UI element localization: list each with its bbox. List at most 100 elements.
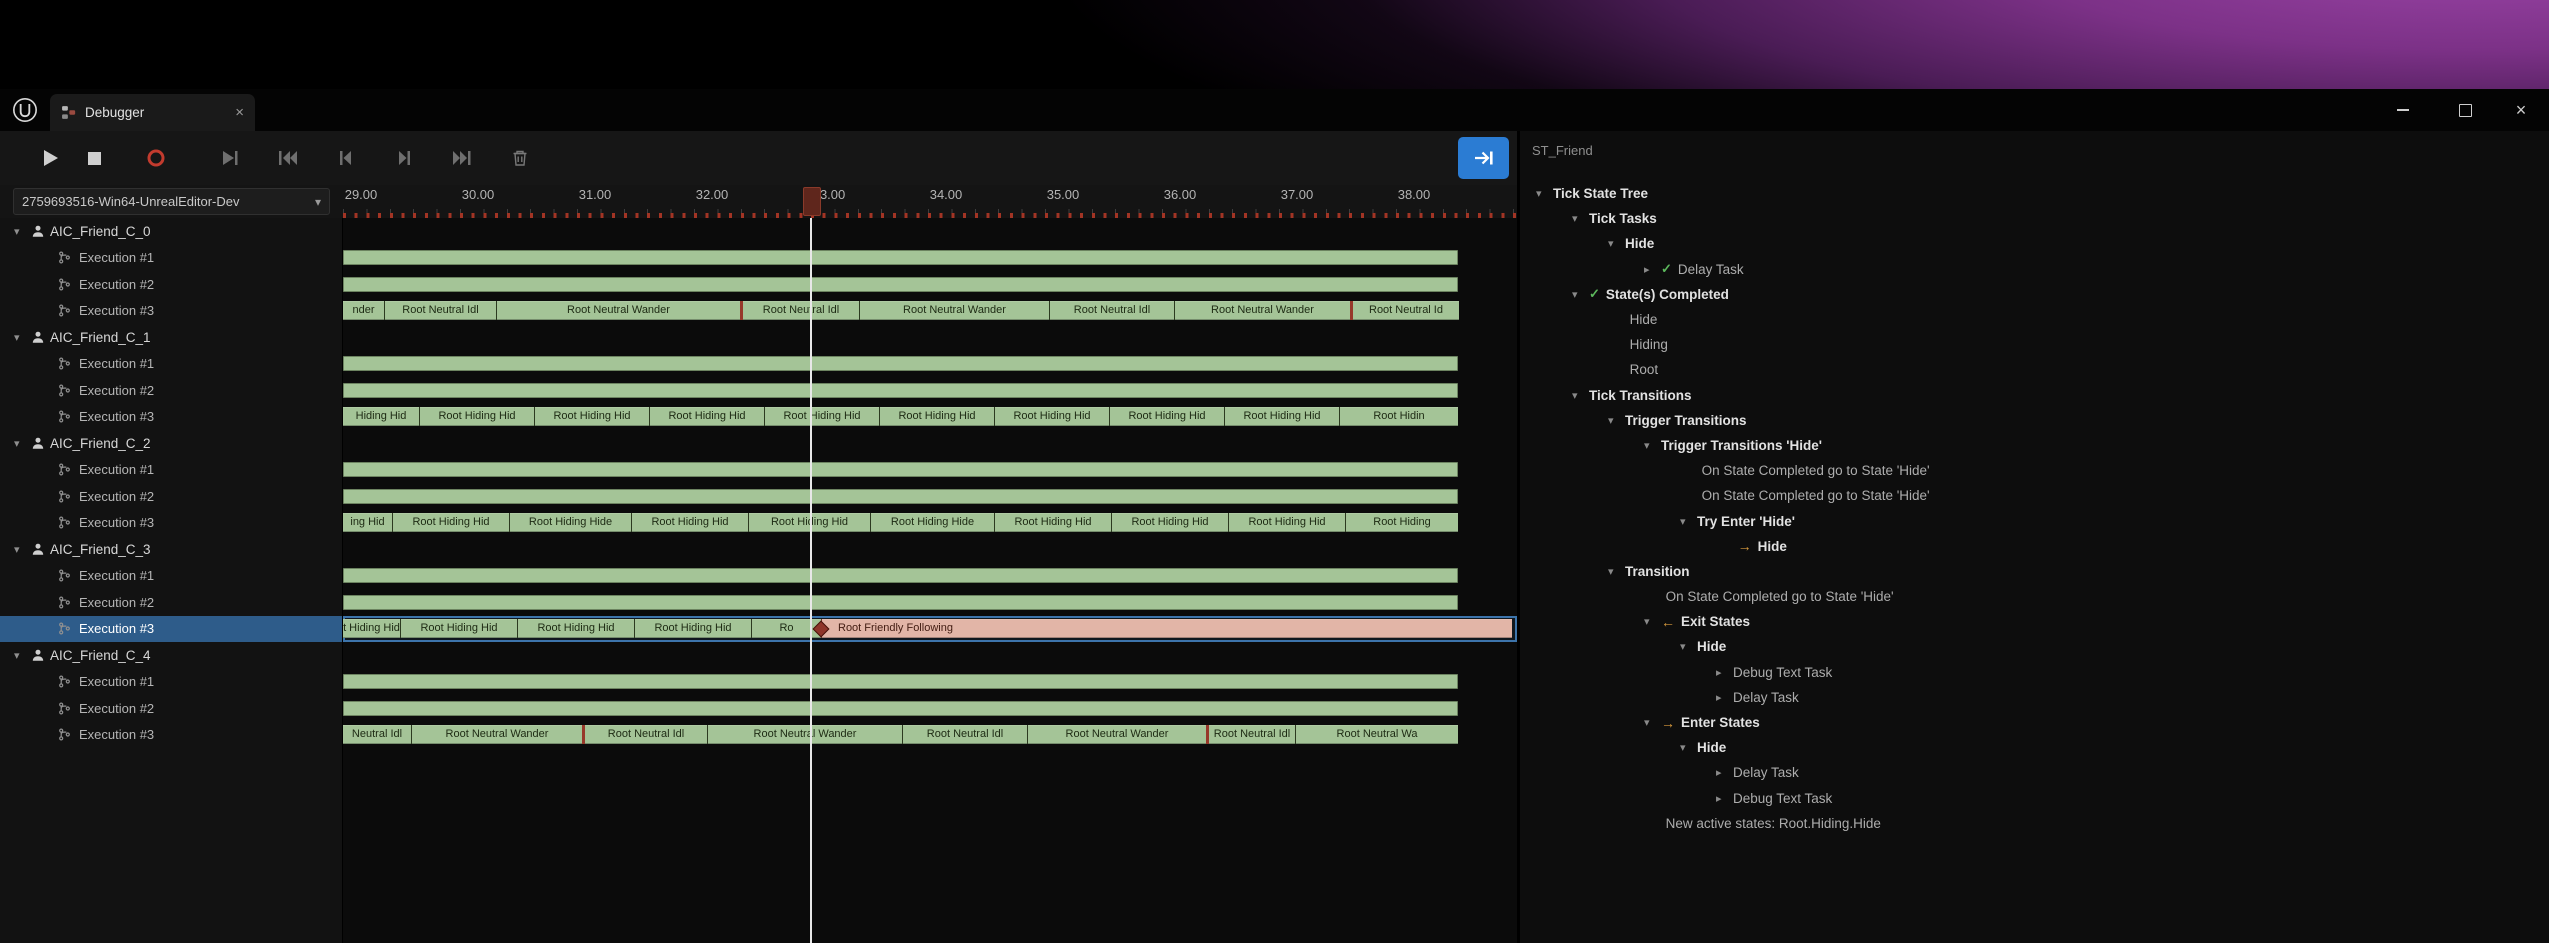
record-button[interactable] (136, 138, 176, 178)
state-segment[interactable]: ing Hid (343, 513, 392, 532)
caret-right-icon[interactable]: ▸ (1644, 263, 1655, 276)
maximize-button[interactable] (2447, 97, 2483, 123)
state-segment[interactable]: Root Neutral Idl (1206, 725, 1295, 744)
recording-bar[interactable] (343, 568, 1458, 583)
state-segment[interactable]: nder (343, 301, 384, 320)
step-forward-button[interactable] (384, 138, 424, 178)
state-segment[interactable]: Root Neutral Wander (496, 301, 740, 320)
details-row[interactable]: ▸Debug Text Task (1520, 660, 2549, 685)
tree-row-execution[interactable]: Execution #3 (0, 298, 342, 325)
track-row[interactable]: ing HidRoot Hiding HidRoot Hiding HideRo… (343, 510, 1517, 537)
session-dropdown[interactable]: 2759693516-Win64-UnrealEditor-Dev ▾ (13, 188, 330, 215)
state-segment[interactable]: Root Neutral Wander (1027, 725, 1206, 744)
tree-row-execution[interactable]: Execution #3 (0, 616, 342, 643)
caret-down-icon[interactable]: ▾ (1680, 515, 1691, 528)
tree-row-group[interactable]: ▾AIC_Friend_C_3 (0, 536, 342, 563)
tree-row-group[interactable]: ▾AIC_Friend_C_4 (0, 642, 342, 669)
tab-close-icon[interactable]: × (235, 105, 244, 120)
caret-down-icon[interactable]: ▾ (14, 543, 26, 556)
caret-down-icon[interactable]: ▾ (1608, 237, 1619, 250)
state-segment[interactable]: Root Hiding Hid (517, 619, 634, 638)
track-row[interactable] (343, 271, 1517, 298)
stop-button[interactable] (74, 138, 114, 178)
track-row[interactable]: Hiding HidRoot Hiding HidRoot Hiding Hid… (343, 404, 1517, 431)
step-back-end-button[interactable] (268, 138, 308, 178)
details-row[interactable]: ▾✓State(s) Completed (1520, 282, 2549, 307)
playhead[interactable] (810, 218, 812, 943)
caret-down-icon[interactable]: ▾ (14, 649, 26, 662)
delete-recording-button[interactable] (500, 138, 540, 178)
state-segment[interactable]: Root Neutral Idl (582, 725, 707, 744)
state-segment[interactable]: Neutral Idl (343, 725, 411, 744)
scrub-handle[interactable] (803, 187, 821, 216)
state-segment[interactable]: Root Hiding Hid (1228, 513, 1345, 532)
state-segment[interactable]: Root Hiding (1345, 513, 1458, 532)
details-row[interactable]: ▸Delay Task (1520, 685, 2549, 710)
recording-bar[interactable] (343, 595, 1458, 610)
caret-down-icon[interactable]: ▾ (14, 437, 26, 450)
recording-bar[interactable] (343, 250, 1458, 265)
state-segment[interactable]: Root Hiding Hid (534, 407, 649, 426)
caret-down-icon[interactable]: ▾ (1644, 716, 1655, 729)
details-row[interactable]: On State Completed go to State 'Hide' (1520, 458, 2549, 483)
step-forward-end-button[interactable] (442, 138, 482, 178)
recording-bar[interactable] (343, 674, 1458, 689)
details-row[interactable]: ▾Trigger Transitions 'Hide' (1520, 433, 2549, 458)
state-segment[interactable]: Root Hiding Hid (1224, 407, 1339, 426)
state-segment[interactable]: Root Hiding Hid (631, 513, 748, 532)
details-row[interactable]: ▾Hide (1520, 735, 2549, 760)
track-row[interactable] (343, 669, 1517, 696)
state-segment[interactable]: Root Neutral Id (1350, 301, 1459, 320)
recording-bar[interactable] (343, 462, 1458, 477)
tree-row-execution[interactable]: Execution #2 (0, 695, 342, 722)
tree-row-group[interactable]: ▾AIC_Friend_C_2 (0, 430, 342, 457)
tree-row-execution[interactable]: Execution #3 (0, 404, 342, 431)
track-row[interactable]: Neutral IdlRoot Neutral WanderRoot Neutr… (343, 722, 1517, 749)
state-segment[interactable]: Root Hiding Hide (509, 513, 631, 532)
state-segment[interactable]: Hiding Hid (343, 407, 419, 426)
track-row[interactable] (343, 245, 1517, 272)
minimize-button[interactable] (2385, 97, 2421, 123)
state-segment[interactable]: Root Hiding Hid (419, 407, 534, 426)
tree-row-execution[interactable]: Execution #2 (0, 271, 342, 298)
recording-bar[interactable] (343, 277, 1458, 292)
track-row[interactable] (343, 457, 1517, 484)
timeline-ruler[interactable]: 29.0030.0031.0032.0033.0034.0035.0036.00… (343, 185, 1517, 218)
track-row[interactable] (343, 563, 1517, 590)
track-row[interactable] (343, 483, 1517, 510)
details-row[interactable]: ▸✓Delay Task (1520, 257, 2549, 282)
state-segment[interactable]: Root Hiding Hid (1111, 513, 1228, 532)
tree-row-execution[interactable]: Execution #2 (0, 483, 342, 510)
caret-down-icon[interactable]: ▾ (1608, 565, 1619, 578)
state-segment[interactable]: Root Hiding Hid (994, 513, 1111, 532)
resume-button[interactable] (210, 138, 250, 178)
details-row[interactable]: ▾Trigger Transitions (1520, 408, 2549, 433)
state-segment[interactable]: Root Neutral Wander (707, 725, 902, 744)
track-row[interactable] (343, 695, 1517, 722)
details-row[interactable]: New active states: Root.Hiding.Hide (1520, 811, 2549, 836)
caret-down-icon[interactable]: ▾ (1644, 615, 1655, 628)
recording-bar[interactable] (343, 383, 1458, 398)
details-row[interactable]: ▸Debug Text Task (1520, 786, 2549, 811)
caret-down-icon[interactable]: ▾ (1680, 640, 1691, 653)
state-segment[interactable]: Root Neutral Wander (1174, 301, 1350, 320)
tree-row-execution[interactable]: Execution #2 (0, 377, 342, 404)
state-segment[interactable]: Root Neutral Idl (384, 301, 496, 320)
state-segment[interactable]: Root Neutral Wa (1295, 725, 1458, 744)
state-segment[interactable]: Root Hiding Hid (649, 407, 764, 426)
state-segment[interactable]: Root Neutral Idl (902, 725, 1027, 744)
state-segment[interactable]: Root Hiding Hid (1109, 407, 1224, 426)
details-row[interactable]: ▾Hide (1520, 634, 2549, 659)
caret-down-icon[interactable]: ▾ (1572, 212, 1583, 225)
details-row[interactable]: Root (1520, 357, 2549, 382)
caret-down-icon[interactable]: ▾ (1572, 389, 1583, 402)
caret-down-icon[interactable]: ▾ (14, 225, 26, 238)
tab-debugger[interactable]: Debugger × (50, 94, 255, 131)
details-row[interactable]: →Hide (1520, 534, 2549, 559)
state-segment[interactable]: Root Hiding Hid (400, 619, 517, 638)
track-row[interactable] (343, 589, 1517, 616)
caret-right-icon[interactable]: ▸ (1716, 792, 1727, 805)
details-row[interactable]: On State Completed go to State 'Hide' (1520, 483, 2549, 508)
state-segment[interactable]: Root Neutral Idl (1049, 301, 1174, 320)
details-row[interactable]: ▸Delay Task (1520, 760, 2549, 785)
